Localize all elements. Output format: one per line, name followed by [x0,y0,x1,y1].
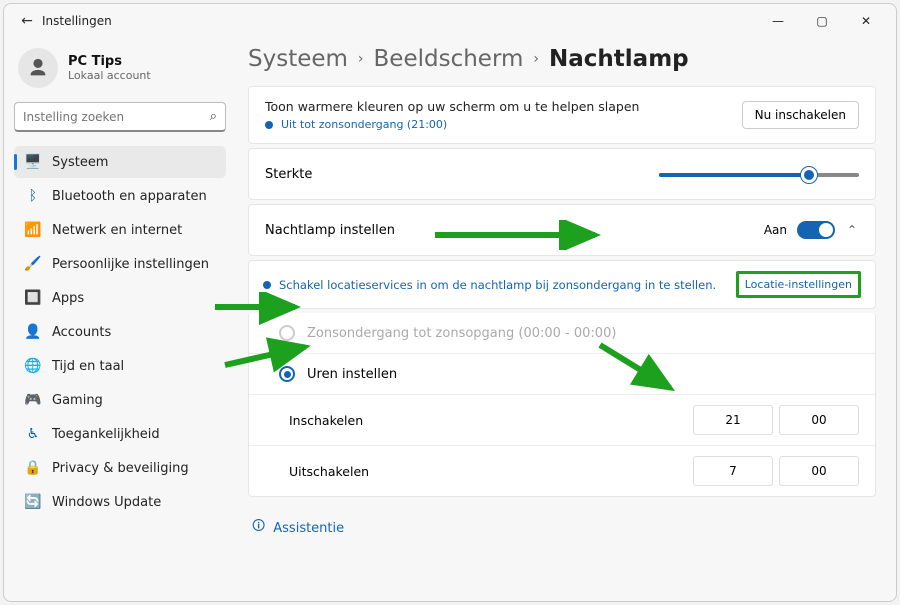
schedule-toggle[interactable] [797,221,835,239]
get-help-link[interactable]: 🛈 Assistentie [248,501,876,555]
nav-icon: 🌐 [24,358,42,374]
option-set-hours[interactable]: Uren instellen [249,353,875,394]
turn-on-label: Inschakelen [289,413,363,428]
nav-label: Gaming [52,393,103,408]
schedule-label: Nachtlamp instellen [265,223,764,238]
status-dot-icon [265,121,273,129]
sidebar-item-tijd-en-taal[interactable]: 🌐 Tijd en taal [14,350,226,382]
nightlight-desc: Toon warmere kleuren op uw scherm om u t… [265,99,742,114]
crumb-nightlight: Nachtlamp [549,46,689,72]
sidebar-item-accounts[interactable]: 👤 Accounts [14,316,226,348]
avatar [18,48,58,88]
nav-label: Apps [52,291,84,306]
account-subtitle: Lokaal account [68,69,151,82]
sidebar-item-privacy-beveiliging[interactable]: 🔒 Privacy & beveiliging [14,452,226,484]
nav-icon: 🎮 [24,392,42,408]
radio-checked-icon [279,366,295,382]
option-sunset-sunrise: Zonsondergang tot zonsopgang (00:00 - 00… [249,313,875,353]
account-name: PC Tips [68,54,151,69]
chevron-right-icon: › [358,51,364,67]
sidebar-item-apps[interactable]: 🔲 Apps [14,282,226,314]
nav-icon: 🔄 [24,494,42,510]
breadcrumb: Systeem › Beeldscherm › Nachtlamp [248,42,876,86]
minimize-button[interactable]: — [756,6,800,36]
help-icon: 🛈 [252,517,265,539]
nav-label: Bluetooth en apparaten [52,189,207,204]
sidebar-item-systeem[interactable]: 🖥️ Systeem [14,146,226,178]
sidebar-item-toegankelijkheid[interactable]: ♿ Toegankelijkheid [14,418,226,450]
nightlight-status: Uit tot zonsondergang (21:00) [281,118,447,131]
location-settings-button[interactable]: Locatie-instellingen [736,271,861,298]
close-button[interactable]: ✕ [844,6,888,36]
account-block[interactable]: PC Tips Lokaal account [14,44,226,102]
turn-off-hour[interactable]: 7 [693,456,773,486]
search-icon: ⌕ [210,109,217,124]
search-box[interactable]: ⌕ [14,102,226,132]
nav-label: Accounts [52,325,111,340]
radio-unchecked-icon [279,325,295,341]
sidebar-item-gaming[interactable]: 🎮 Gaming [14,384,226,416]
sidebar-item-windows-update[interactable]: 🔄 Windows Update [14,486,226,518]
nav-label: Tijd en taal [52,359,124,374]
sidebar-item-netwerk-en-internet[interactable]: 📶 Netwerk en internet [14,214,226,246]
strength-slider[interactable] [659,164,859,184]
turn-off-label: Uitschakelen [289,464,369,479]
turn-on-hour[interactable]: 21 [693,405,773,435]
assist-label: Assistentie [273,521,344,536]
strength-label: Sterkte [265,167,659,182]
nav-label: Netwerk en internet [52,223,182,238]
option-hours-label: Uren instellen [307,367,397,382]
turn-on-now-button[interactable]: Nu inschakelen [742,101,859,129]
nav-icon: 📶 [24,222,42,238]
search-input[interactable] [23,110,210,124]
chevron-up-icon[interactable]: ⌃ [845,223,859,237]
nav-label: Systeem [52,155,108,170]
nav-icon: 🔲 [24,290,42,306]
nav-icon: 🖥️ [24,154,42,170]
turn-on-minute[interactable]: 00 [779,405,859,435]
nav-label: Windows Update [52,495,161,510]
nav-icon: 🖌️ [24,256,42,272]
maximize-button[interactable]: ▢ [800,6,844,36]
location-banner-text: Schakel locatieservices in om de nachtla… [279,278,736,292]
user-icon [27,57,49,79]
chevron-right-icon: › [533,51,539,67]
nav-label: Toegankelijkheid [52,427,160,442]
option-sunset-label: Zonsondergang tot zonsopgang (00:00 - 00… [307,326,616,341]
info-dot-icon [263,281,271,289]
crumb-display[interactable]: Beeldscherm [374,46,524,72]
nav-icon: 🔒 [24,460,42,476]
back-button[interactable]: ← [12,13,42,29]
nav-icon: ♿ [24,426,42,442]
turn-off-minute[interactable]: 00 [779,456,859,486]
nav-label: Persoonlijke instellingen [52,257,209,272]
schedule-row[interactable]: Nachtlamp instellen Aan ⌃ [249,205,875,255]
sidebar-item-persoonlijke-instellingen[interactable]: 🖌️ Persoonlijke instellingen [14,248,226,280]
window-title: Instellingen [42,14,112,28]
nav-icon: ᛒ [24,188,42,204]
nav-icon: 👤 [24,324,42,340]
crumb-system[interactable]: Systeem [248,46,348,72]
nav-label: Privacy & beveiliging [52,461,189,476]
sidebar-item-bluetooth-en-apparaten[interactable]: ᛒ Bluetooth en apparaten [14,180,226,212]
schedule-state: Aan [764,223,787,237]
